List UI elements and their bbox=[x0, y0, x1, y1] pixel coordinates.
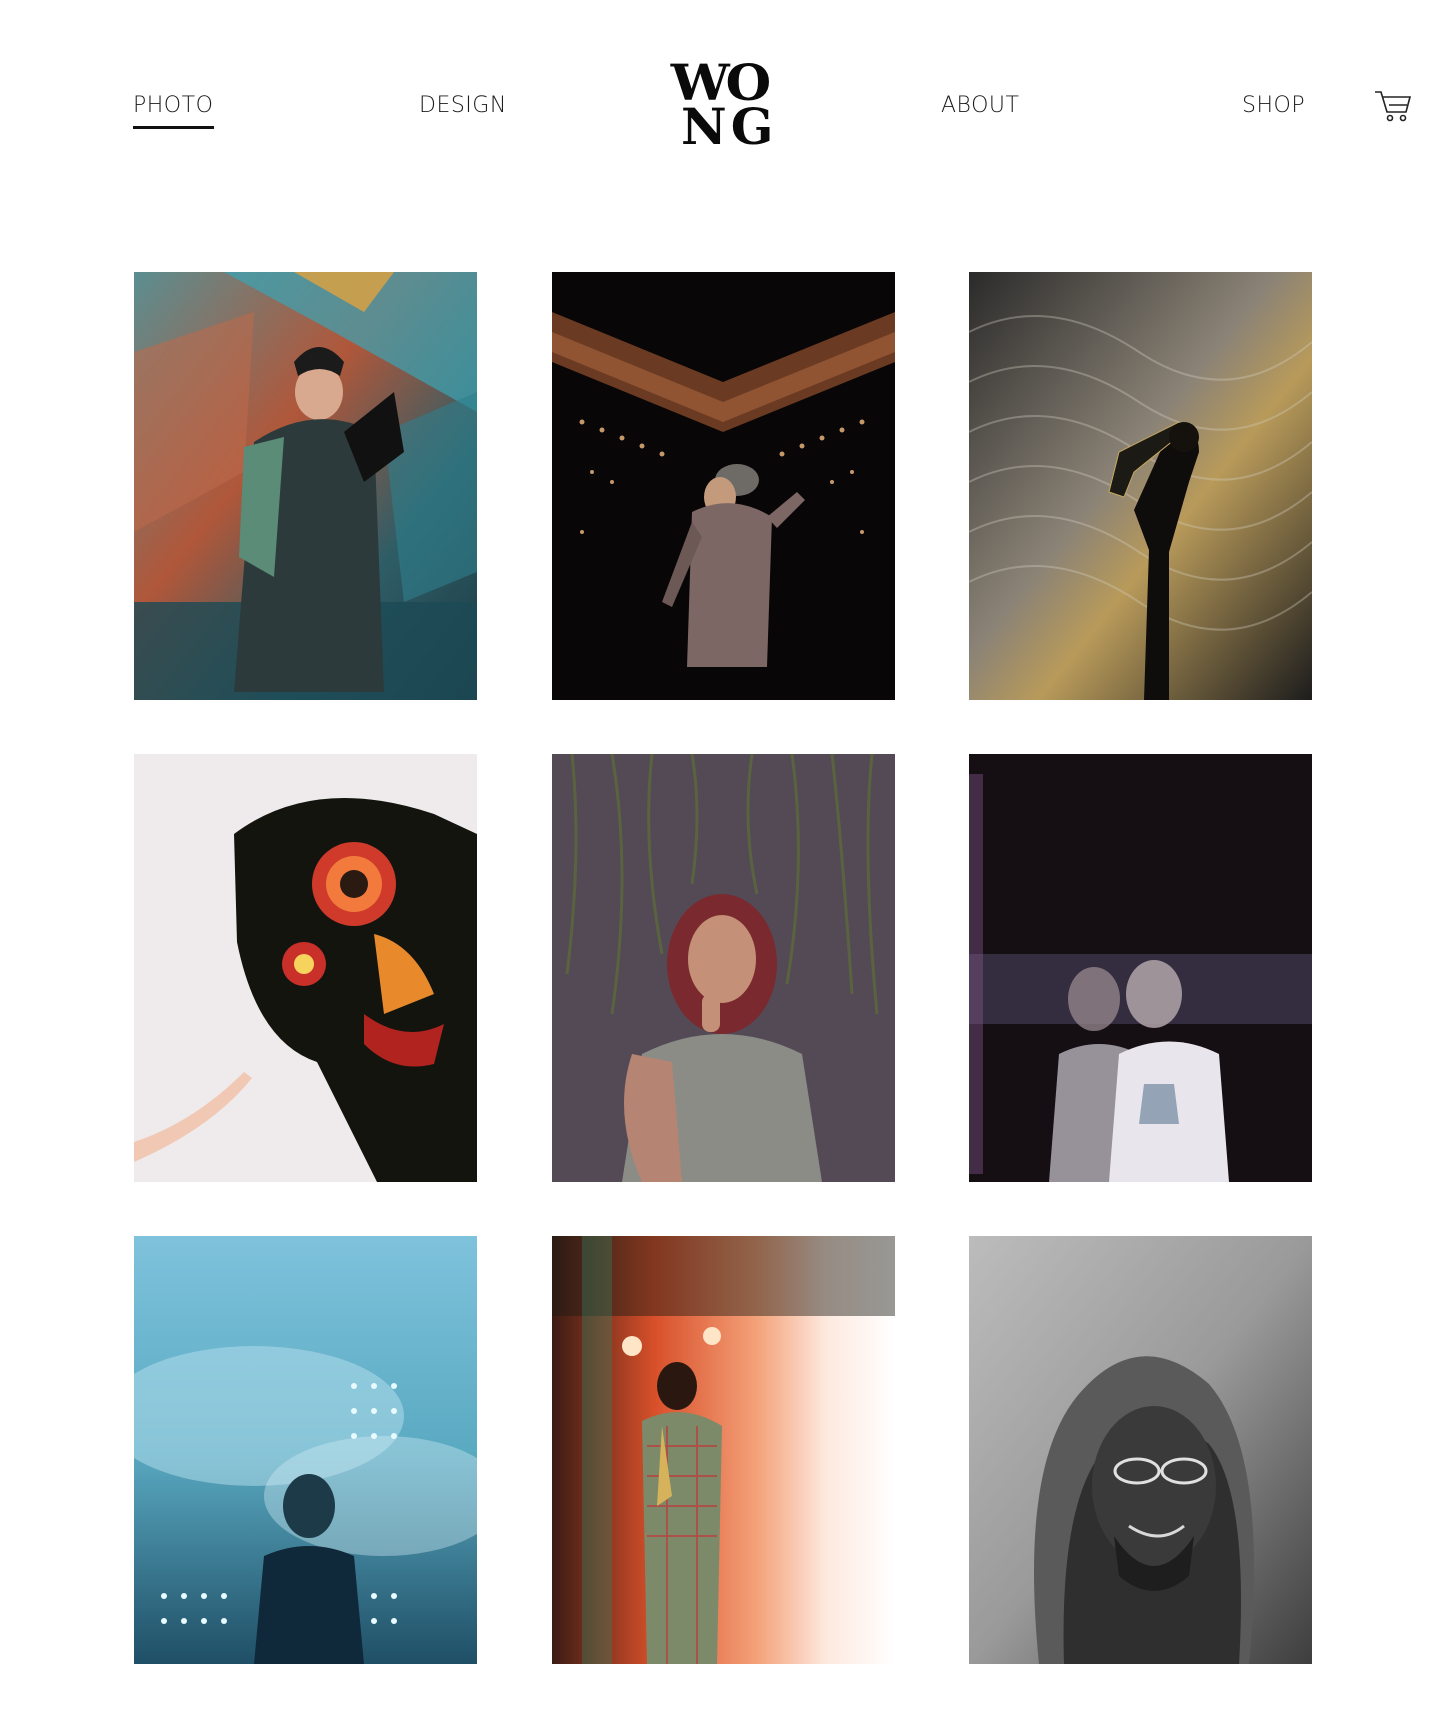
gallery-photo[interactable] bbox=[134, 754, 477, 1182]
nav-shop[interactable]: SHOP bbox=[1242, 92, 1305, 120]
wong-logo[interactable]: WO NG bbox=[671, 58, 774, 152]
gallery-photo[interactable] bbox=[969, 1236, 1312, 1664]
gallery-photo[interactable] bbox=[552, 754, 895, 1182]
cart-icon[interactable] bbox=[1373, 88, 1413, 124]
logo-line-2: NG bbox=[681, 97, 778, 156]
nav-photo[interactable]: PHOTO bbox=[133, 92, 213, 120]
gallery-photo[interactable] bbox=[969, 754, 1312, 1182]
nav-design[interactable]: DESIGN bbox=[419, 92, 507, 120]
nav-about[interactable]: ABOUT bbox=[941, 92, 1019, 120]
gallery-photo[interactable] bbox=[552, 1236, 895, 1664]
active-nav-underline bbox=[133, 126, 214, 129]
gallery-photo[interactable] bbox=[552, 272, 895, 700]
gallery-photo[interactable] bbox=[134, 272, 477, 700]
gallery-photo[interactable] bbox=[134, 1236, 477, 1664]
gallery-photo[interactable] bbox=[969, 272, 1312, 700]
